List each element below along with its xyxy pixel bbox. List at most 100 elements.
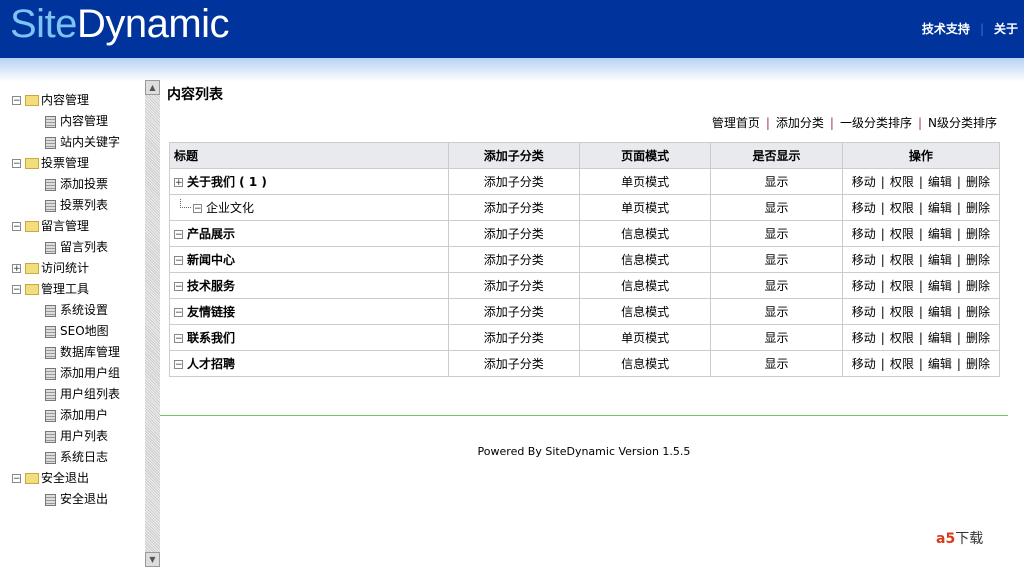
- action-link[interactable]: 删除: [966, 331, 990, 345]
- action-link[interactable]: 权限: [890, 175, 914, 189]
- action-link[interactable]: 编辑: [928, 201, 952, 215]
- sidebar-group-label[interactable]: 安全退出: [41, 468, 89, 489]
- tech-support-link[interactable]: 技术支持: [922, 22, 970, 36]
- sidebar-item-label[interactable]: 用户组列表: [60, 384, 120, 405]
- add-subcategory-link[interactable]: 添加子分类: [484, 227, 544, 241]
- action-link[interactable]: 删除: [966, 227, 990, 241]
- collapse-icon[interactable]: −: [174, 360, 183, 370]
- sidebar-item-label[interactable]: 系统日志: [60, 447, 108, 468]
- sidebar-item-label[interactable]: 添加用户组: [60, 363, 120, 384]
- add-subcategory-link[interactable]: 添加子分类: [484, 279, 544, 293]
- action-link[interactable]: 移动: [852, 253, 876, 267]
- sidebar-group-label[interactable]: 留言管理: [41, 216, 89, 237]
- sidebar-item[interactable]: SEO地图: [12, 321, 144, 342]
- add-subcategory-link[interactable]: 添加子分类: [484, 305, 544, 319]
- expand-icon[interactable]: +: [12, 264, 21, 274]
- op-link[interactable]: 一级分类排序: [840, 116, 912, 130]
- sidebar-group[interactable]: − 安全退出: [12, 468, 144, 489]
- category-title[interactable]: 新闻中心: [187, 253, 235, 267]
- collapse-icon[interactable]: −: [174, 256, 183, 266]
- collapse-icon[interactable]: −: [12, 222, 21, 232]
- action-link[interactable]: 删除: [966, 253, 990, 267]
- action-link[interactable]: 删除: [966, 175, 990, 189]
- collapse-icon[interactable]: −: [12, 96, 21, 106]
- sidebar-group[interactable]: − 投票管理: [12, 153, 144, 174]
- sidebar-group-label[interactable]: 内容管理: [41, 90, 89, 111]
- add-subcategory-link[interactable]: 添加子分类: [484, 357, 544, 371]
- action-link[interactable]: 移动: [852, 227, 876, 241]
- action-link[interactable]: 权限: [890, 279, 914, 293]
- sidebar-group-label[interactable]: 投票管理: [41, 153, 89, 174]
- collapse-icon[interactable]: −: [12, 159, 21, 169]
- sidebar-item-label[interactable]: 系统设置: [60, 300, 108, 321]
- scrollbar[interactable]: ▲ ▼: [145, 80, 160, 567]
- expand-icon[interactable]: +: [174, 178, 183, 188]
- sidebar-item-label[interactable]: 内容管理: [60, 111, 108, 132]
- sidebar-item[interactable]: 添加投票: [12, 174, 144, 195]
- sidebar-item-label[interactable]: 数据库管理: [60, 342, 120, 363]
- sidebar-item-label[interactable]: 留言列表: [60, 237, 108, 258]
- action-link[interactable]: 权限: [890, 331, 914, 345]
- action-link[interactable]: 删除: [966, 357, 990, 371]
- action-link[interactable]: 删除: [966, 279, 990, 293]
- sidebar-item[interactable]: 添加用户组: [12, 363, 144, 384]
- action-link[interactable]: 编辑: [928, 357, 952, 371]
- action-link[interactable]: 权限: [890, 227, 914, 241]
- add-subcategory-link[interactable]: 添加子分类: [484, 331, 544, 345]
- collapse-icon[interactable]: −: [193, 204, 202, 214]
- sidebar-item-label[interactable]: 投票列表: [60, 195, 108, 216]
- category-title[interactable]: 企业文化: [206, 201, 254, 215]
- action-link[interactable]: 编辑: [928, 253, 952, 267]
- sidebar-item[interactable]: 数据库管理: [12, 342, 144, 363]
- category-title[interactable]: 联系我们: [187, 331, 235, 345]
- op-link[interactable]: 管理首页: [712, 116, 760, 130]
- sidebar-group[interactable]: − 留言管理: [12, 216, 144, 237]
- sidebar-item[interactable]: 添加用户: [12, 405, 144, 426]
- sidebar-item-label[interactable]: SEO地图: [60, 321, 109, 342]
- sidebar-group[interactable]: − 管理工具: [12, 279, 144, 300]
- sidebar-item[interactable]: 安全退出: [12, 489, 144, 510]
- action-link[interactable]: 权限: [890, 253, 914, 267]
- action-link[interactable]: 移动: [852, 331, 876, 345]
- add-subcategory-link[interactable]: 添加子分类: [484, 175, 544, 189]
- scroll-up-button[interactable]: ▲: [145, 80, 160, 95]
- collapse-icon[interactable]: −: [174, 308, 183, 318]
- collapse-icon[interactable]: −: [174, 334, 183, 344]
- op-link[interactable]: N级分类排序: [928, 116, 997, 130]
- sidebar-group[interactable]: + 访问统计: [12, 258, 144, 279]
- category-title[interactable]: 友情链接: [187, 305, 235, 319]
- collapse-icon[interactable]: −: [12, 474, 21, 484]
- sidebar-item[interactable]: 系统日志: [12, 447, 144, 468]
- sidebar-item[interactable]: 投票列表: [12, 195, 144, 216]
- sidebar-item[interactable]: 用户组列表: [12, 384, 144, 405]
- scroll-down-button[interactable]: ▼: [145, 552, 160, 567]
- sidebar-group-label[interactable]: 访问统计: [41, 258, 89, 279]
- action-link[interactable]: 移动: [852, 357, 876, 371]
- sidebar-item[interactable]: 系统设置: [12, 300, 144, 321]
- add-subcategory-link[interactable]: 添加子分类: [484, 201, 544, 215]
- action-link[interactable]: 编辑: [928, 279, 952, 293]
- action-link[interactable]: 移动: [852, 201, 876, 215]
- add-subcategory-link[interactable]: 添加子分类: [484, 253, 544, 267]
- collapse-icon[interactable]: −: [174, 230, 183, 240]
- category-title[interactable]: 人才招聘: [187, 357, 235, 371]
- op-link[interactable]: 添加分类: [776, 116, 824, 130]
- action-link[interactable]: 移动: [852, 305, 876, 319]
- sidebar-item[interactable]: 留言列表: [12, 237, 144, 258]
- action-link[interactable]: 权限: [890, 357, 914, 371]
- sidebar-item-label[interactable]: 站内关键字: [60, 132, 120, 153]
- category-title[interactable]: 产品展示: [187, 227, 235, 241]
- sidebar-item-label[interactable]: 添加投票: [60, 174, 108, 195]
- action-link[interactable]: 编辑: [928, 175, 952, 189]
- sidebar-item-label[interactable]: 安全退出: [60, 489, 108, 510]
- category-title[interactable]: 关于我们 ( 1 ): [187, 175, 267, 189]
- action-link[interactable]: 编辑: [928, 331, 952, 345]
- collapse-icon[interactable]: −: [12, 285, 21, 295]
- action-link[interactable]: 删除: [966, 305, 990, 319]
- sidebar-group[interactable]: − 内容管理: [12, 90, 144, 111]
- sidebar-item-label[interactable]: 用户列表: [60, 426, 108, 447]
- action-link[interactable]: 移动: [852, 279, 876, 293]
- sidebar-group-label[interactable]: 管理工具: [41, 279, 89, 300]
- sidebar-item-label[interactable]: 添加用户: [60, 405, 108, 426]
- action-link[interactable]: 权限: [890, 305, 914, 319]
